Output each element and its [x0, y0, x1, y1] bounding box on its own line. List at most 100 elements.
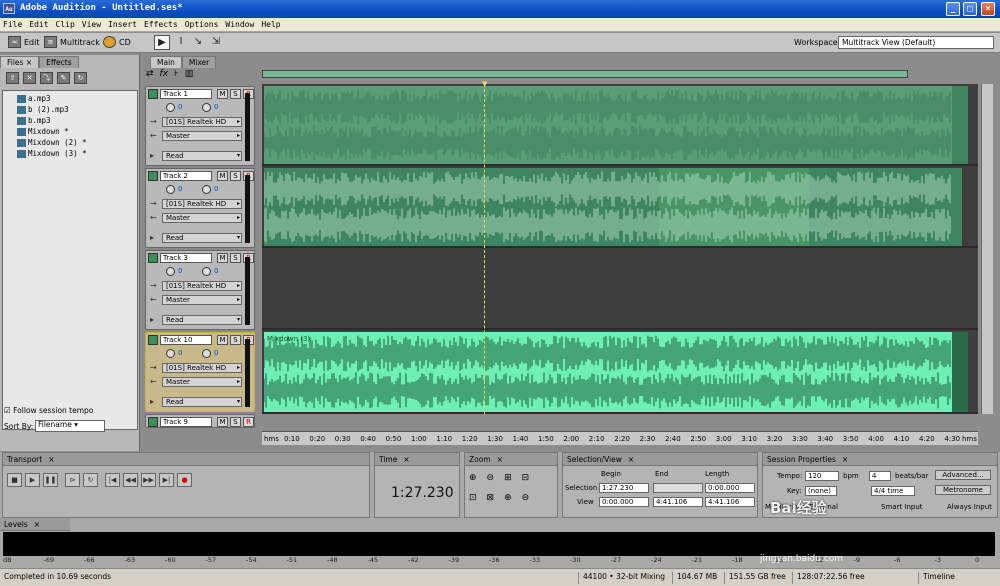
- tab-main[interactable]: Main: [150, 56, 182, 68]
- track-name-field[interactable]: Track 3: [160, 253, 212, 263]
- sort-by-select[interactable]: Filename ▾: [35, 420, 105, 432]
- time-selection-tool-icon[interactable]: Ι: [173, 35, 189, 50]
- pause-icon[interactable]: ❚❚: [43, 473, 58, 487]
- cd-view-button[interactable]: CD: [103, 36, 131, 48]
- view-end-field[interactable]: 4:41.106: [653, 497, 703, 507]
- automation-mode-select[interactable]: Read ▾: [162, 233, 242, 243]
- track-name-field[interactable]: Track 9: [160, 417, 212, 427]
- track-header[interactable]: Track 2 M S R 0 0 → [01S] Realtek HD▸ ← …: [145, 168, 255, 248]
- record-icon[interactable]: ●: [177, 473, 192, 487]
- menu-file[interactable]: File: [0, 18, 26, 29]
- solo-button[interactable]: S: [230, 417, 241, 427]
- track-name-field[interactable]: Track 2: [160, 171, 212, 181]
- move-tool-icon[interactable]: ▶: [154, 35, 170, 50]
- bus-select[interactable]: Master ▸: [162, 131, 242, 141]
- close-file-icon[interactable]: ✕: [23, 72, 36, 84]
- track-lane-empty[interactable]: [262, 248, 978, 330]
- maximize-button[interactable]: □: [963, 2, 977, 16]
- volume-knob[interactable]: [166, 267, 175, 276]
- audio-clip-selected[interactable]: Mixdown (3): [264, 332, 968, 412]
- solo-button[interactable]: S: [230, 335, 241, 345]
- menu-help[interactable]: Help: [258, 18, 284, 29]
- zoom-buttons-row2[interactable]: ⊡⊠⊕⊖: [469, 493, 539, 503]
- multitrack-view-button[interactable]: ≡ Multitrack: [44, 36, 100, 48]
- list-item[interactable]: Mixdown (3) *: [17, 149, 87, 158]
- tab-files[interactable]: Files ×: [0, 56, 40, 68]
- audio-clip[interactable]: [264, 168, 962, 246]
- mute-button[interactable]: M: [217, 335, 228, 345]
- multitrack-timeline[interactable]: Mixdown (3): [262, 84, 978, 414]
- follow-tempo-checkbox[interactable]: ☑ Follow session tempo: [4, 406, 93, 415]
- track-header[interactable]: Track 1 M S R 0 0 → [01S] Realtek HD▸ ← …: [145, 86, 255, 166]
- play-from-cursor-icon[interactable]: ⊳: [65, 473, 80, 487]
- rewind-icon[interactable]: ◀◀: [123, 473, 138, 487]
- playhead-marker-icon[interactable]: ▼: [482, 80, 487, 88]
- output-select[interactable]: [01S] Realtek HD ▸: [162, 281, 242, 291]
- beats-field[interactable]: 4: [869, 471, 891, 481]
- overview-bar[interactable]: [262, 70, 908, 78]
- time-ruler[interactable]: hms 0:10 0:20 0:30 0:40 0:50 1:00 1:10 1:20 1:30 1…: [262, 431, 978, 445]
- view-begin-field[interactable]: 0:00.000: [599, 497, 649, 507]
- tab-mixer[interactable]: Mixer: [181, 56, 217, 68]
- list-item[interactable]: b (2).mp3: [17, 105, 69, 114]
- insert-icon[interactable]: ⤵: [40, 72, 53, 84]
- menu-options[interactable]: Options: [182, 18, 223, 29]
- list-item[interactable]: Mixdown *: [17, 127, 69, 136]
- tempo-field[interactable]: 120: [805, 471, 839, 481]
- mute-button[interactable]: M: [217, 89, 228, 99]
- stop-icon[interactable]: ■: [7, 473, 22, 487]
- metronome-button[interactable]: Metronome: [935, 485, 991, 495]
- mute-button[interactable]: M: [217, 417, 228, 427]
- select-tool-icon[interactable]: ⇲: [208, 35, 224, 50]
- output-select[interactable]: [01S] Realtek HD ▸: [162, 117, 242, 127]
- mute-button[interactable]: M: [217, 171, 228, 181]
- workspace-select[interactable]: Multitrack View (Default): [838, 36, 994, 49]
- expand-icon[interactable]: ▸: [150, 233, 154, 242]
- track-name-field[interactable]: Track 10: [160, 335, 212, 345]
- advanced-button[interactable]: Advanced...: [935, 470, 991, 480]
- minimize-button[interactable]: _: [946, 2, 960, 16]
- pan-knob[interactable]: [202, 185, 211, 194]
- view-length-field[interactable]: 4:41.106: [705, 497, 755, 507]
- menu-view[interactable]: View: [79, 18, 105, 29]
- close-button[interactable]: ×: [981, 2, 995, 16]
- autoplay-icon[interactable]: ↻: [74, 72, 87, 84]
- menu-edit[interactable]: Edit: [26, 18, 52, 29]
- hybrid-tool-icon[interactable]: ↘: [190, 35, 206, 50]
- always-input-option[interactable]: Always Input: [947, 503, 992, 511]
- time-signature-select[interactable]: 4/4 time: [871, 486, 915, 496]
- import-icon[interactable]: ⇪: [6, 72, 19, 84]
- track-header[interactable]: Track 3 M S R 0 0 → [01S] Realtek HD▸ ← …: [145, 250, 255, 330]
- audio-clip[interactable]: [264, 86, 968, 164]
- track-lane[interactable]: [262, 84, 978, 166]
- menu-insert[interactable]: Insert: [105, 18, 141, 29]
- selection-end-field[interactable]: [653, 483, 703, 493]
- bus-select[interactable]: Master ▸: [162, 295, 242, 305]
- solo-button[interactable]: S: [230, 253, 241, 263]
- volume-knob[interactable]: [166, 349, 175, 358]
- inputs-outputs-icon[interactable]: ⇄: [146, 69, 154, 79]
- automation-mode-select[interactable]: Read ▾: [162, 397, 242, 407]
- selection-begin-field[interactable]: 1:27.230: [599, 483, 649, 493]
- edit-view-button[interactable]: ≈ Edit: [8, 36, 40, 48]
- vertical-scrollbar[interactable]: [981, 84, 993, 414]
- play-icon[interactable]: ▶: [25, 473, 40, 487]
- pan-knob[interactable]: [202, 267, 211, 276]
- eq-icon[interactable]: ▥: [185, 69, 194, 79]
- key-select[interactable]: (none): [805, 486, 837, 496]
- track-lane[interactable]: Mixdown (3): [262, 330, 978, 414]
- output-select[interactable]: [01S] Realtek HD ▸: [162, 199, 242, 209]
- record-button[interactable]: R: [243, 417, 254, 427]
- expand-icon[interactable]: ▸: [150, 151, 154, 160]
- solo-button[interactable]: S: [230, 171, 241, 181]
- sends-icon[interactable]: ⊦: [174, 69, 179, 79]
- expand-icon[interactable]: ▸: [150, 315, 154, 324]
- automation-mode-select[interactable]: Read ▾: [162, 315, 242, 325]
- mute-button[interactable]: M: [217, 253, 228, 263]
- go-to-end-icon[interactable]: ▶|: [159, 473, 174, 487]
- track-lane[interactable]: [262, 166, 978, 248]
- solo-button[interactable]: S: [230, 89, 241, 99]
- track-name-field[interactable]: Track 1: [160, 89, 212, 99]
- list-item[interactable]: Mixdown (2) *: [17, 138, 87, 147]
- zoom-buttons-row1[interactable]: ⊕⊖⊞⊟: [469, 473, 539, 483]
